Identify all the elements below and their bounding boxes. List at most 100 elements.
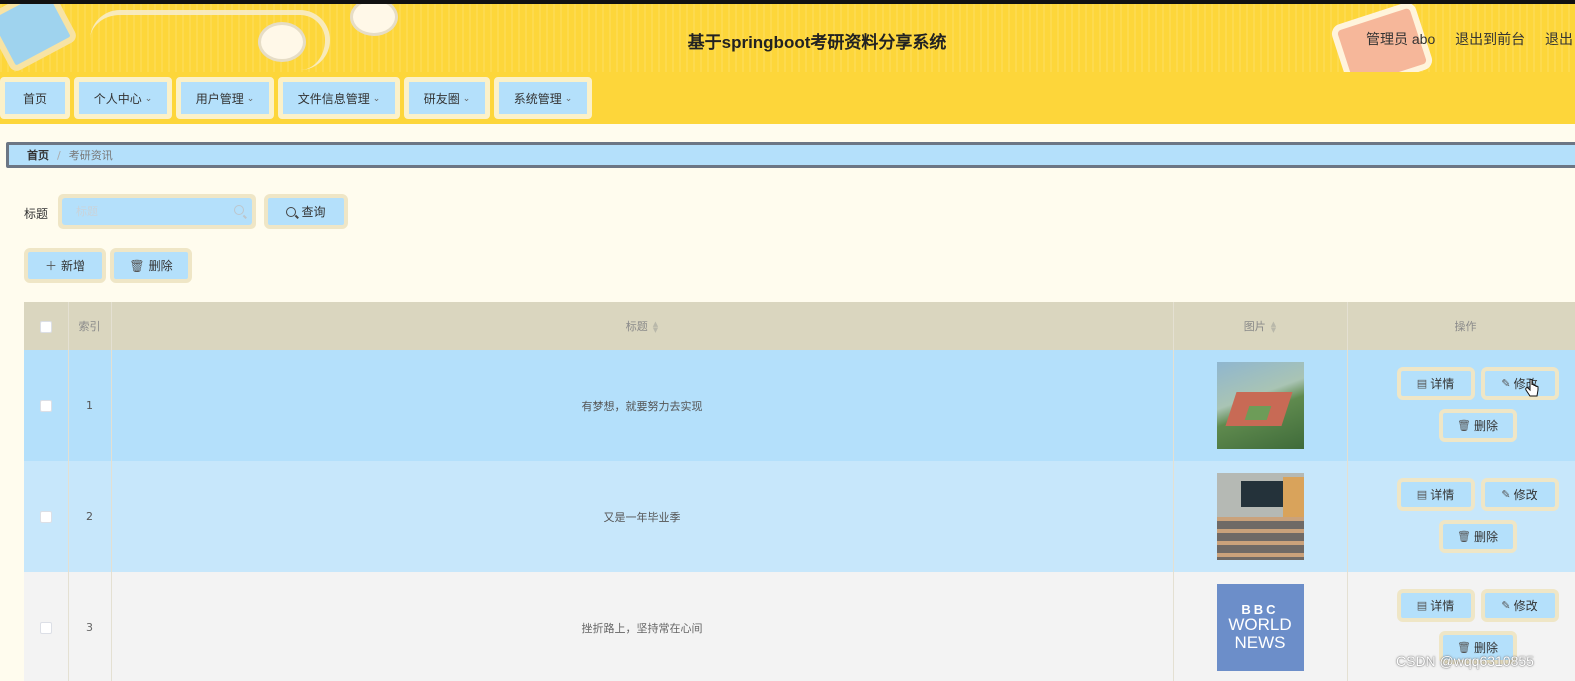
row-thumbnail-image[interactable] — [1216, 362, 1304, 449]
breadcrumb-current: 考研资讯 — [68, 149, 113, 162]
thumbnail-desks — [1216, 517, 1304, 560]
row-thumbnail-image[interactable] — [1216, 473, 1304, 560]
column-header-image[interactable]: 图片 ▲ ▼ — [1173, 302, 1348, 350]
trash-icon: 🗑 — [1457, 419, 1471, 432]
thumbnail-courtyard — [1244, 406, 1271, 420]
nav-item-label: 文件信息管理 — [297, 91, 370, 106]
nav-item-label: 系统管理 — [513, 91, 562, 106]
edit-button-label: 修改 — [1513, 488, 1538, 502]
detail-button-label: 详情 — [1430, 488, 1455, 502]
site-title: 基于springboot考研资料分享系统 — [687, 33, 947, 52]
table-header-row: 索引 标题 ▲ ▼ 图片 ▲ ▼ 操作 — [24, 302, 1575, 350]
row-thumbnail-image[interactable]: BBC WORLD NEWS — [1216, 584, 1304, 671]
search-label: 标题 — [24, 207, 49, 221]
document-icon: ▤ — [1416, 488, 1428, 501]
back-to-front-link[interactable]: 退出到前台 — [1455, 31, 1525, 47]
sort-icon[interactable]: ▲ ▼ — [1271, 321, 1276, 334]
row-ops-cell: ▤ 详情 ✎ 修改 🗑 删除 — [1347, 461, 1575, 572]
thumbnail-text-bbc: BBC — [1241, 601, 1279, 617]
main-nav: 首页 个人中心 ⌄ 用户管理 ⌄ 文件信息管理 ⌄ 研友圈 ⌄ 系统管理 ⌄ — [0, 72, 1575, 124]
row-image-cell: BBC WORLD NEWS — [1173, 572, 1348, 681]
column-header-index: 索引 — [68, 302, 112, 350]
delete-button-label: 删除 — [1473, 419, 1498, 433]
edit-button-label: 修改 — [1513, 599, 1538, 613]
document-icon: ▤ — [1416, 377, 1428, 390]
row-select-cell — [24, 572, 69, 681]
row-index: 3 — [68, 572, 112, 681]
pencil-icon: ✎ — [1501, 599, 1511, 612]
trash-icon: 🗑 — [1457, 530, 1471, 543]
nav-item-file-management[interactable]: 文件信息管理 ⌄ — [278, 77, 400, 119]
row-title: 又是一年毕业季 — [111, 461, 1174, 572]
watermark-text: CSDN @wqq6310855 — [1396, 653, 1534, 669]
nav-item-system-management[interactable]: 系统管理 ⌄ — [494, 77, 592, 119]
detail-button[interactable]: ▤ 详情 — [1396, 478, 1475, 511]
chevron-down-icon: ⌄ — [564, 92, 573, 103]
select-all-cell — [24, 302, 69, 350]
table-row: 1 有梦想，就要努力去实现 ▤ 详情 ✎ 修改 🗑 删除 — [24, 350, 1575, 461]
edit-button[interactable]: ✎ 修改 — [1480, 478, 1559, 511]
top-header: 基于springboot考研资料分享系统 管理员 abo 退出到前台 退出 — [0, 0, 1575, 72]
detail-button-label: 详情 — [1430, 599, 1455, 613]
select-all-checkbox[interactable] — [39, 320, 52, 333]
pencil-icon: ✎ — [1501, 377, 1511, 390]
row-image-cell — [1173, 350, 1348, 461]
plus-icon: ＋ — [44, 259, 57, 273]
thumbnail-window — [1282, 477, 1304, 517]
batch-delete-button[interactable]: 🗑 删除 — [110, 248, 192, 283]
query-button-label: 查询 — [301, 205, 326, 219]
row-index: 2 — [68, 461, 112, 572]
search-icon — [234, 205, 244, 215]
table-row: 2 又是一年毕业季 ▤ 详情 ✎ 修改 🗑 删除 — [24, 461, 1575, 572]
row-ops: ▤ 详情 ✎ 修改 🗑 删除 — [1348, 350, 1575, 461]
query-button[interactable]: 查询 — [264, 194, 348, 229]
sort-icon[interactable]: ▲ ▼ — [653, 321, 658, 334]
chevron-down-icon: ⌄ — [462, 92, 471, 103]
add-button-label: 新增 — [61, 259, 86, 273]
trash-icon: 🗑 — [129, 258, 145, 273]
row-title: 挫折路上，坚持常在心间 — [111, 572, 1174, 681]
column-header-title-label: 标题 — [625, 320, 648, 333]
nav-item-label: 用户管理 — [195, 91, 244, 106]
delete-button[interactable]: 🗑 删除 — [1438, 409, 1517, 442]
data-table: 索引 标题 ▲ ▼ 图片 ▲ ▼ 操作 1 有梦想，就要努力去实现 ▤ 详情 ✎… — [24, 302, 1575, 681]
detail-button-label: 详情 — [1430, 377, 1455, 391]
nav-item-user-management[interactable]: 用户管理 ⌄ — [176, 77, 274, 119]
row-checkbox[interactable] — [39, 622, 52, 634]
row-select-cell — [24, 350, 69, 461]
row-ops-cell: ▤ 详情 ✎ 修改 🗑 删除 — [1347, 350, 1575, 461]
user-area: 管理员 abo 退出到前台 退出 — [1366, 29, 1575, 49]
edit-button[interactable]: ✎ 修改 — [1480, 589, 1559, 622]
nav-item-home[interactable]: 首页 — [0, 77, 70, 119]
add-button[interactable]: ＋ 新增 — [24, 248, 106, 283]
column-header-ops: 操作 — [1347, 302, 1575, 350]
thumbnail-text-world: WORLD — [1228, 615, 1292, 635]
detail-button[interactable]: ▤ 详情 — [1396, 367, 1475, 400]
delete-button[interactable]: 🗑 删除 — [1438, 520, 1517, 553]
row-checkbox[interactable] — [39, 400, 52, 412]
column-header-title[interactable]: 标题 ▲ ▼ — [111, 302, 1174, 350]
row-image-cell — [1173, 461, 1348, 572]
batch-delete-button-label: 删除 — [148, 259, 173, 273]
delete-button-label: 删除 — [1473, 530, 1498, 544]
nav-item-study-circle[interactable]: 研友圈 ⌄ — [404, 77, 490, 119]
logout-link[interactable]: 退出 — [1545, 31, 1573, 47]
row-ops: ▤ 详情 ✎ 修改 🗑 删除 — [1348, 461, 1575, 572]
breadcrumb-separator: / — [57, 148, 61, 162]
row-index: 1 — [68, 350, 112, 461]
edit-button[interactable]: ✎ 修改 — [1480, 367, 1559, 400]
search-field-wrap — [58, 194, 256, 229]
row-title: 有梦想，就要努力去实现 — [111, 350, 1174, 461]
hand-cursor-icon — [1525, 379, 1539, 397]
column-header-image-label: 图片 — [1243, 320, 1266, 333]
breadcrumb-home[interactable]: 首页 — [27, 147, 49, 163]
nav-item-personal-center[interactable]: 个人中心 ⌄ — [74, 77, 172, 119]
document-icon: ▤ — [1416, 599, 1428, 612]
nav-item-label: 研友圈 — [423, 91, 460, 106]
detail-button[interactable]: ▤ 详情 — [1396, 589, 1475, 622]
table-row: 3 挫折路上，坚持常在心间 BBC WORLD NEWS ▤ 详情 ✎ 修改 🗑… — [24, 572, 1575, 681]
breadcrumb: 首页 / 考研资讯 — [6, 142, 1575, 168]
row-checkbox[interactable] — [39, 511, 52, 523]
chevron-down-icon: ⌄ — [144, 92, 153, 103]
search-input[interactable] — [62, 198, 252, 225]
